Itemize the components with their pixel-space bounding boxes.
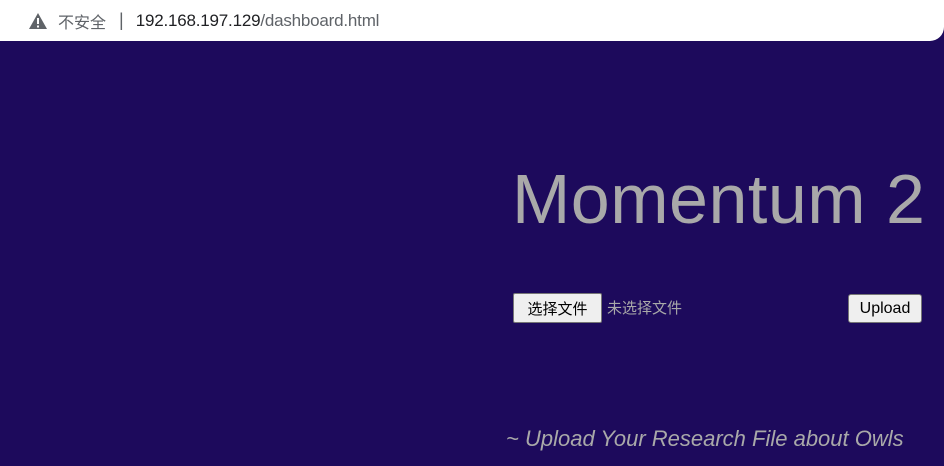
warning-triangle-icon[interactable]	[28, 12, 48, 30]
page-content: Momentum 2 选择文件 未选择文件 Upload ~ Upload Yo…	[0, 41, 944, 466]
file-status-text: 未选择文件	[607, 299, 683, 317]
page-title: Momentum 2	[512, 160, 926, 238]
address-separator: |	[119, 10, 124, 30]
tagline: ~ Upload Your Research File about Owls	[506, 426, 904, 451]
url-host: 192.168.197.129	[135, 10, 261, 30]
upload-button[interactable]: Upload	[848, 294, 922, 323]
url-path: /dashboard.html	[260, 10, 380, 30]
url-text[interactable]: 192.168.197.129/dashboard.html	[136, 11, 380, 31]
security-status-label[interactable]: 不安全	[58, 9, 106, 33]
choose-file-button[interactable]: 选择文件	[513, 293, 602, 323]
address-bar[interactable]: 不安全 | 192.168.197.129/dashboard.html	[0, 0, 944, 41]
